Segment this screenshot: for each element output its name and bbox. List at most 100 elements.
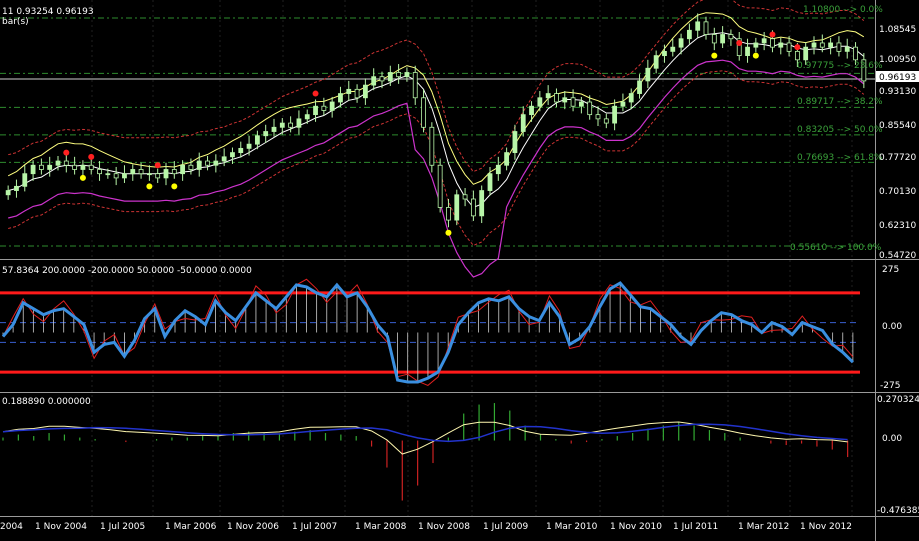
time-axis-label: 1 Nov 2008 bbox=[418, 522, 470, 532]
fib-label-236: 0.97775 --> 23.6% bbox=[797, 61, 883, 71]
candle-body bbox=[354, 88, 360, 99]
candle-body bbox=[404, 72, 410, 78]
candle-body bbox=[379, 76, 385, 82]
candle-body bbox=[47, 164, 53, 170]
candle-body bbox=[819, 42, 825, 48]
candle-body bbox=[238, 147, 244, 154]
candle-body bbox=[487, 173, 493, 191]
candle-body bbox=[662, 50, 667, 57]
time-axis-label: 1 Mar 2012 bbox=[738, 522, 789, 532]
candle-body bbox=[230, 152, 235, 158]
candle-body bbox=[271, 126, 277, 132]
cci-header: 57.8364 200.0000 -200.0000 50.0000 -50.0… bbox=[2, 266, 252, 276]
candle-body bbox=[113, 173, 119, 179]
time-axis-label: 1 Nov 2010 bbox=[610, 522, 662, 532]
candle-body bbox=[778, 42, 784, 48]
time-axis-label: 1 Mar 2006 bbox=[165, 522, 217, 532]
time-axis-label: 1 Jul 2011 bbox=[673, 522, 718, 532]
candle-body bbox=[387, 72, 393, 82]
candle-body bbox=[786, 42, 792, 52]
candle-body bbox=[745, 46, 750, 57]
candle-body bbox=[163, 169, 169, 179]
candle-body bbox=[578, 101, 584, 107]
trading-chart[interactable]: 11 0.93254 0.96193 bar(s) 1.10800 --> 0.… bbox=[0, 0, 919, 541]
candle-body bbox=[362, 84, 368, 99]
candle-body bbox=[205, 160, 210, 166]
candle-body bbox=[155, 173, 161, 179]
candle-body bbox=[180, 164, 186, 175]
candle-body bbox=[520, 114, 526, 132]
candle-body bbox=[97, 169, 102, 175]
candle-body bbox=[620, 101, 626, 107]
fractal-up-dot bbox=[769, 31, 776, 38]
fractal-up-dot bbox=[88, 153, 95, 160]
macd-axis-label: 0.00 bbox=[882, 434, 902, 444]
candle-body bbox=[462, 194, 468, 200]
candle-body bbox=[670, 46, 676, 52]
candle-body bbox=[55, 160, 61, 166]
candle-body bbox=[678, 38, 684, 48]
candle-body bbox=[512, 131, 518, 154]
candle-body bbox=[844, 46, 850, 52]
candle-body bbox=[80, 164, 86, 170]
candle-body bbox=[637, 80, 642, 94]
candle-body bbox=[5, 190, 11, 196]
candle-body bbox=[753, 42, 759, 48]
candle-body bbox=[122, 173, 127, 179]
candle-body bbox=[346, 88, 352, 94]
macd-axis-label: -0.476385 bbox=[877, 506, 919, 516]
candle-body bbox=[254, 135, 260, 145]
candle-body bbox=[30, 164, 36, 175]
candle-body bbox=[836, 42, 842, 52]
fractal-up-dot bbox=[312, 90, 319, 97]
candle-body bbox=[479, 190, 485, 217]
cci-axis-label: -275 bbox=[880, 381, 900, 391]
candle-body bbox=[603, 118, 609, 124]
candle-body bbox=[14, 185, 19, 191]
candle-body bbox=[429, 126, 435, 166]
fractal-down-dot bbox=[445, 229, 452, 236]
candle-body bbox=[454, 194, 460, 221]
candle-body bbox=[828, 42, 834, 48]
candle-body bbox=[72, 164, 78, 170]
time-axis-label: 1 Jul 2005 bbox=[100, 522, 145, 532]
candle-body bbox=[612, 105, 618, 124]
candle-body bbox=[703, 21, 709, 35]
candle-body bbox=[720, 34, 726, 44]
candle-body bbox=[803, 46, 809, 61]
candle-body bbox=[130, 169, 136, 175]
candle-body bbox=[495, 164, 501, 175]
candle-body bbox=[296, 118, 302, 128]
price-axis-label: 0.93130 bbox=[879, 87, 916, 97]
candle-body bbox=[470, 198, 476, 217]
candle-body bbox=[22, 173, 28, 187]
time-axis-label: 1 Jul 2007 bbox=[292, 522, 337, 532]
candle-body bbox=[562, 97, 568, 103]
candle-body bbox=[645, 67, 651, 82]
fractal-down-dot bbox=[79, 174, 86, 181]
candle-body bbox=[196, 160, 202, 170]
candle-body bbox=[329, 101, 335, 111]
fractal-up-dot bbox=[154, 162, 161, 169]
candle-body bbox=[288, 122, 294, 128]
price-axis-label: 0.54720 bbox=[879, 251, 916, 261]
candle-body bbox=[412, 72, 418, 99]
candle-body bbox=[188, 164, 194, 170]
fib-label-0: 1.10800 --> 0.0% bbox=[803, 5, 883, 15]
candle-body bbox=[686, 29, 692, 40]
fractal-down-dot bbox=[711, 52, 718, 59]
candle-body bbox=[770, 38, 775, 48]
chart-header-line1: 11 0.93254 0.96193 bbox=[2, 7, 94, 17]
candle-body bbox=[321, 105, 327, 111]
candle-body bbox=[570, 97, 576, 107]
candle-body bbox=[396, 72, 402, 78]
fractal-up-dot bbox=[794, 44, 801, 51]
price-axis-label: 0.85540 bbox=[879, 121, 916, 131]
candle-body bbox=[504, 152, 510, 166]
time-axis-label: 1 Mar 2008 bbox=[355, 522, 407, 532]
time-axis-label: 1 Mar 2010 bbox=[546, 522, 598, 532]
candle-body bbox=[421, 97, 426, 128]
candle-body bbox=[811, 42, 817, 48]
price-axis-label: 0.77720 bbox=[879, 153, 916, 163]
candle-body bbox=[794, 50, 800, 61]
